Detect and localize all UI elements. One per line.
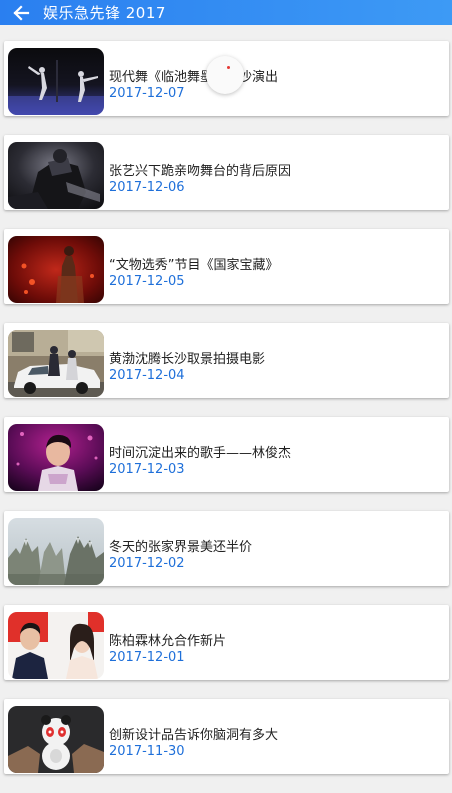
news-date: 2017-12-06 [109, 180, 185, 195]
news-card[interactable]: 张艺兴下跪亲吻舞台的背后原因 2017-12-06 [4, 135, 449, 210]
news-title: 张艺兴下跪亲吻舞台的背后原因 [109, 164, 292, 179]
news-title: 黄渤沈腾长沙取景拍摄电影 [109, 352, 266, 367]
refresh-spinner-icon [206, 56, 244, 94]
arrow-left-icon [13, 4, 30, 21]
news-title: 时间沉淀出来的歌手——林俊杰 [109, 446, 292, 461]
news-thumbnail [8, 48, 104, 115]
news-card[interactable]: 陈柏霖林允合作新片 2017-12-01 [4, 605, 449, 680]
news-title: “文物选秀”节目《国家宝藏》 [109, 258, 279, 273]
news-date: 2017-12-07 [109, 86, 185, 101]
news-title: 陈柏霖林允合作新片 [109, 634, 227, 649]
news-date: 2017-12-05 [109, 274, 185, 289]
news-thumbnail [8, 706, 104, 773]
news-thumbnail [8, 518, 104, 585]
news-thumbnail [8, 142, 104, 209]
news-card[interactable]: 黄渤沈腾长沙取景拍摄电影 2017-12-04 [4, 323, 449, 398]
news-card[interactable]: 时间沉淀出来的歌手——林俊杰 2017-12-03 [4, 417, 449, 492]
news-date: 2017-12-03 [109, 462, 185, 477]
news-thumbnail [8, 612, 104, 679]
news-thumbnail [8, 236, 104, 303]
news-card[interactable]: 创新设计品告诉你脑洞有多大 2017-11-30 [4, 699, 449, 774]
back-button[interactable] [6, 0, 36, 25]
news-thumbnail [8, 424, 104, 491]
news-date: 2017-11-30 [109, 744, 185, 759]
page-title: 娱乐急先锋 2017 [43, 4, 166, 22]
news-title: 现代舞《临池舞墨》长沙演出 [109, 70, 279, 85]
app-bar: 娱乐急先锋 2017 [0, 0, 452, 25]
news-list: 现代舞《临池舞墨》长沙演出 2017-12-07 张艺兴下跪亲吻舞台的背后原因 … [4, 41, 449, 793]
news-card[interactable]: 冬天的张家界景美还半价 2017-12-02 [4, 511, 449, 586]
news-date: 2017-12-02 [109, 556, 185, 571]
news-title: 创新设计品告诉你脑洞有多大 [109, 728, 279, 743]
spinner-dot [227, 66, 230, 69]
news-title: 冬天的张家界景美还半价 [109, 540, 253, 555]
news-thumbnail [8, 330, 104, 397]
news-date: 2017-12-01 [109, 650, 185, 665]
news-card[interactable]: “文物选秀”节目《国家宝藏》 2017-12-05 [4, 229, 449, 304]
news-date: 2017-12-04 [109, 368, 185, 383]
